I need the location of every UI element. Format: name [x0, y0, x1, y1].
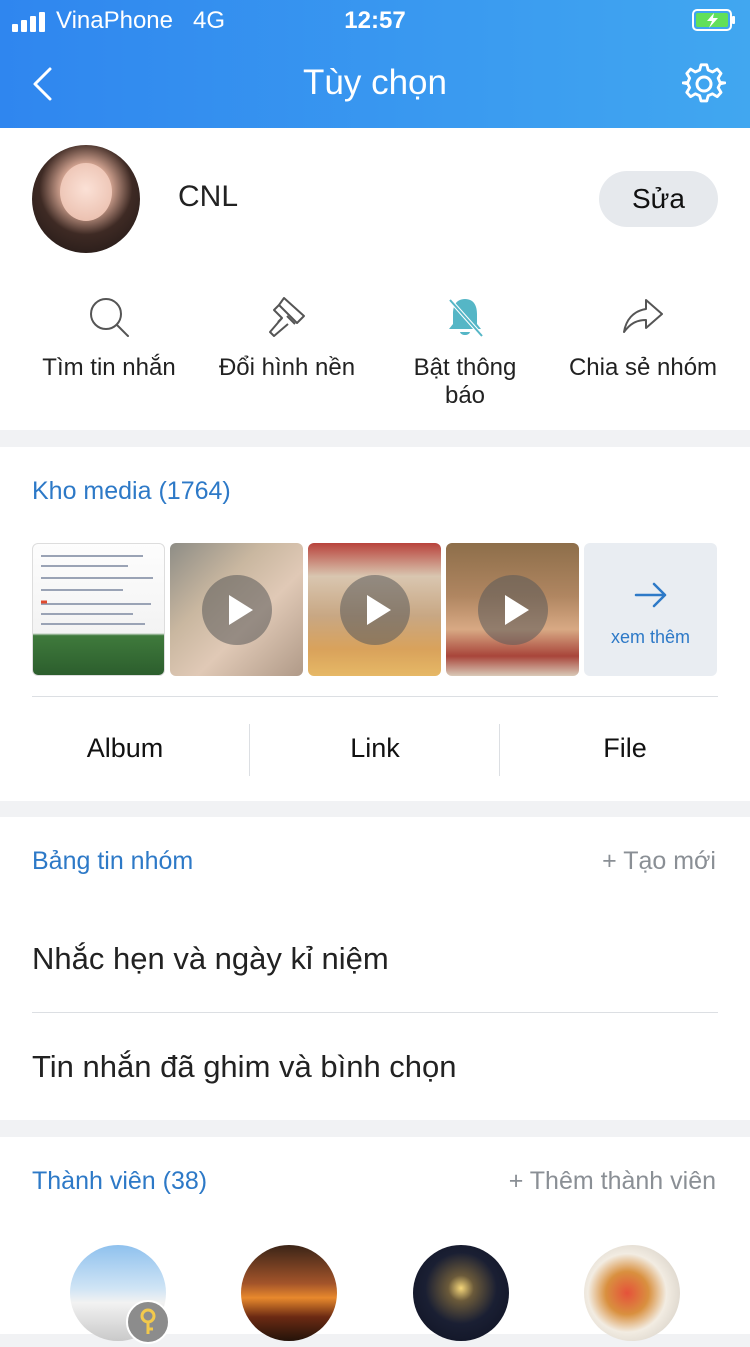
- media-thumbnail-video[interactable]: [170, 543, 303, 676]
- divider: [32, 1012, 718, 1013]
- document-preview-icon: [41, 555, 153, 625]
- paint-brush-icon: [269, 297, 305, 337]
- share-group-button[interactable]: Chia sẻ nhóm: [564, 294, 722, 382]
- clock: 12:57: [344, 7, 406, 34]
- reminders-item[interactable]: Nhắc hẹn và ngày kỉ niệm: [32, 941, 389, 977]
- play-icon: [340, 575, 410, 645]
- status-bar: VinaPhone 4G 12:57: [0, 0, 750, 40]
- key-icon: [126, 1300, 170, 1344]
- member-avatar[interactable]: [241, 1245, 337, 1341]
- share-icon: [623, 299, 663, 333]
- search-messages-label: Tìm tin nhắn: [42, 354, 176, 381]
- search-messages-button[interactable]: Tìm tin nhắn: [30, 294, 188, 382]
- pinned-messages-item[interactable]: Tin nhắn đã ghim và bình chọn: [32, 1049, 457, 1085]
- page-title: Tùy chọn: [303, 63, 447, 102]
- member-avatar[interactable]: [413, 1245, 509, 1341]
- top-bar: VinaPhone 4G 12:57 Tùy chọn: [0, 0, 750, 128]
- share-group-label: Chia sẻ nhóm: [568, 354, 718, 381]
- divider: [32, 696, 718, 697]
- enable-notifications-button[interactable]: Bật thông báo: [386, 294, 544, 410]
- battery-icon: [692, 9, 735, 31]
- bell-muted-icon: [448, 298, 484, 338]
- media-thumbnail-video[interactable]: [446, 543, 579, 676]
- play-icon: [478, 575, 548, 645]
- play-icon: [202, 575, 272, 645]
- see-more-label: xem thêm: [610, 627, 691, 647]
- create-new-button[interactable]: + Tạo mới: [602, 847, 716, 876]
- media-title[interactable]: Kho media (1764): [32, 477, 231, 506]
- media-thumbnail-video[interactable]: [308, 543, 441, 676]
- member-avatar[interactable]: [584, 1245, 680, 1341]
- change-wallpaper-label: Đổi hình nền: [218, 354, 356, 381]
- see-more-button[interactable]: xem thêm: [584, 543, 717, 676]
- edit-button[interactable]: Sửa: [599, 171, 718, 227]
- change-wallpaper-button[interactable]: Đổi hình nền: [208, 294, 366, 382]
- add-member-button[interactable]: + Thêm thành viên: [509, 1167, 716, 1196]
- media-thumbnail[interactable]: [32, 543, 165, 676]
- members-title[interactable]: Thành viên (38): [32, 1167, 207, 1196]
- group-avatar[interactable]: [32, 145, 140, 253]
- settings-button[interactable]: [682, 62, 726, 106]
- tab-link[interactable]: Link: [250, 733, 500, 764]
- search-icon: [90, 298, 129, 337]
- group-name: CNL: [178, 180, 239, 213]
- tab-file[interactable]: File: [500, 733, 750, 764]
- arrow-right-icon: [634, 582, 667, 608]
- group-board-title: Bảng tin nhóm: [32, 847, 194, 875]
- tab-album[interactable]: Album: [0, 733, 250, 764]
- enable-notifications-label: Bật thông báo: [413, 354, 517, 409]
